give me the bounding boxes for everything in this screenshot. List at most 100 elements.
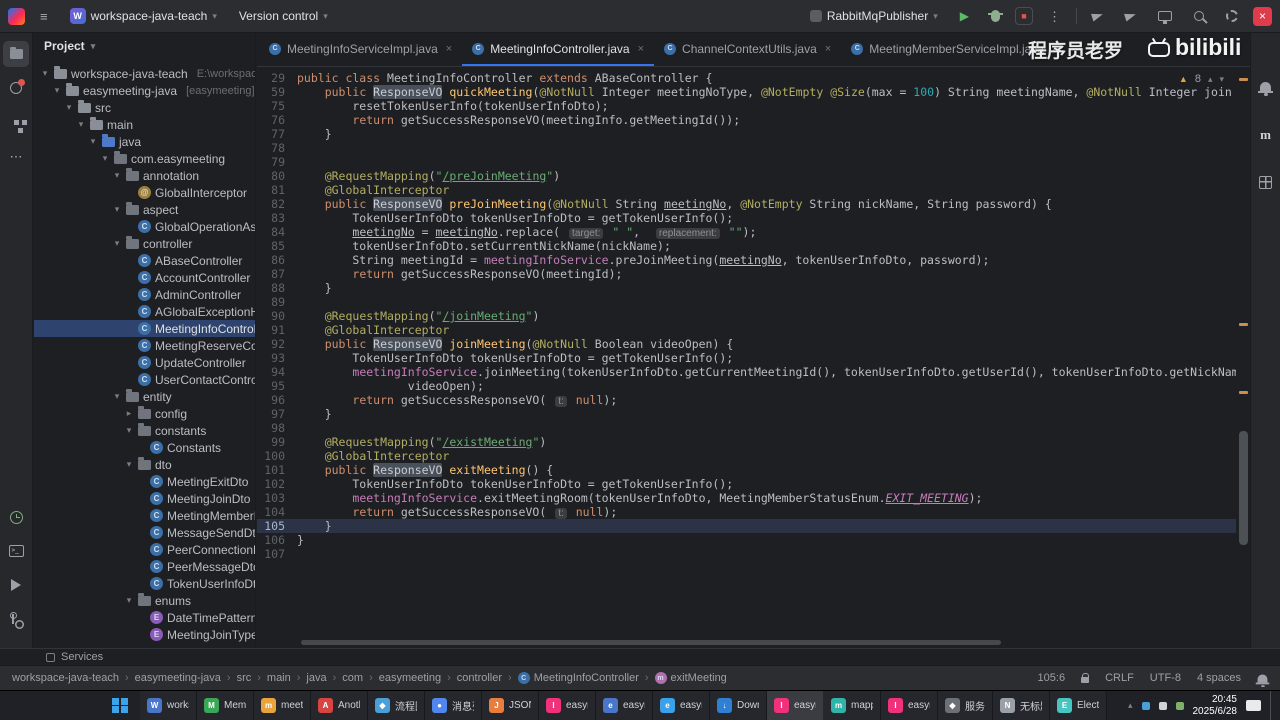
services-bar[interactable]: Services [0,648,1280,665]
taskbar-app[interactable]: A Anoth [311,691,368,720]
tree-item[interactable]: ▾ com.easymeeting [34,150,255,167]
breadcrumb-item[interactable]: main [267,672,291,684]
line-number[interactable]: 98 [257,421,297,435]
code-line[interactable]: 105 } [257,519,1236,533]
line-number[interactable]: 76 [257,113,297,127]
run-tool-button[interactable] [3,572,29,598]
code-line[interactable]: 86 String meetingId = meetingInfoService… [257,253,1236,267]
settings-button[interactable] [1219,7,1245,25]
lock-icon[interactable] [1081,673,1090,683]
taskbar-app[interactable]: ↓ Down [710,691,767,720]
close-window-button[interactable]: × [1253,6,1272,26]
line-number[interactable]: 85 [257,239,297,253]
caret-position[interactable]: 105:6 [1038,672,1066,684]
warning-mark[interactable] [1239,323,1248,327]
code-line[interactable]: 83 TokenUserInfoDto tokenUserInfoDto = g… [257,211,1236,225]
tree-item[interactable]: C MeetingMemberD [34,507,255,524]
chevron-down-icon[interactable]: ▾ [124,459,134,470]
tray-icon[interactable] [1158,701,1167,710]
project-tree[interactable]: ▾ workspace-java-teach E:\workspace-java-t… [34,59,255,648]
profiler-tool-button[interactable] [3,504,29,530]
line-number[interactable]: 86 [257,253,297,267]
taskbar-app[interactable]: mmeeti [254,691,311,720]
line-number[interactable]: 101 [257,463,297,477]
code-line[interactable]: 104 return getSuccessResponseVO( t: null… [257,505,1236,519]
run-button[interactable]: ▶ [953,6,976,26]
close-icon[interactable]: × [638,43,644,55]
editor-tab[interactable]: C ChannelContextUtils.java × [654,33,841,66]
tree-item[interactable]: C GlobalOperationAspe [34,218,255,235]
code-line[interactable]: 85 tokenUserInfoDto.setCurrentNickName(n… [257,239,1236,253]
code-line[interactable]: 98 [257,421,1236,435]
line-number[interactable]: 88 [257,281,297,295]
warning-mark[interactable] [1239,391,1248,395]
terminal-tool-button[interactable]: >_ [3,538,29,564]
tree-item[interactable]: C TokenUserInfoDto [34,575,255,592]
taskbar-app[interactable]: mmapp [824,691,881,720]
line-number[interactable]: 80 [257,169,297,183]
breadcrumb-item[interactable]: controller [457,672,502,684]
taskbar-app[interactable]: ◆ 服务 [938,691,993,720]
start-button[interactable] [100,691,140,720]
vertical-scrollbar-thumb[interactable] [1239,431,1248,545]
tree-item[interactable]: C UserContactControlle [34,371,255,388]
code-line[interactable]: 92 public ResponseVO joinMeeting(@NotNul… [257,337,1236,351]
tree-item[interactable]: ▾ annotation [34,167,255,184]
tree-item[interactable]: C PeerMessageDto [34,558,255,575]
tree-item[interactable]: C MeetingReserveCont [34,337,255,354]
chevron-down-icon[interactable]: ▾ [112,204,122,215]
taskbar-app[interactable]: Ieasym [539,691,596,720]
tree-item[interactable]: C AccountController [34,269,255,286]
horizontal-scrollbar[interactable] [301,640,1001,645]
tree-item[interactable]: ▾ dto [34,456,255,473]
tree-item[interactable]: ▾ easymeeting-java [easymeeting] [34,82,255,99]
code-line[interactable]: 106} [257,533,1236,547]
tree-item[interactable]: ▾ constants [34,422,255,439]
screen-share-button[interactable] [1151,8,1179,24]
taskbar-app[interactable]: eeasym [653,691,710,720]
tree-item[interactable]: C AGlobalExceptionHan [34,303,255,320]
line-number[interactable]: 106 [257,533,297,547]
vcs-widget[interactable]: Version control ▾ [232,6,335,26]
database-tool-button[interactable] [1253,169,1279,195]
line-number[interactable]: 105 [257,519,297,533]
code-line[interactable]: 77 } [257,127,1236,141]
taskbar-app[interactable]: M Memt [197,691,254,720]
line-number[interactable]: 96 [257,393,297,407]
code-line[interactable]: 89 [257,295,1236,309]
line-number[interactable]: 77 [257,127,297,141]
chevron-down-icon[interactable]: ▾ [40,68,50,79]
chevron-down-icon[interactable]: ▾ [100,153,110,164]
taskbar-app[interactable]: E Electr [1050,691,1107,720]
code-line[interactable]: 59 public ResponseVO quickMeeting(@NotNu… [257,85,1236,99]
tree-item[interactable]: C UpdateController [34,354,255,371]
taskbar-app[interactable]: Ieasym [767,691,824,720]
breadcrumb-item[interactable]: java [306,672,326,684]
tree-item[interactable]: ▾ java [34,133,255,150]
line-number[interactable]: 82 [257,197,297,211]
line-number[interactable]: 90 [257,309,297,323]
editor-tab[interactable]: C MeetingInfoServiceImpl.java × [259,33,462,66]
code-line[interactable]: 100 @GlobalInterceptor [257,449,1236,463]
taskbar-app[interactable]: N 无标题 [993,691,1050,720]
share-button[interactable] [1085,9,1110,23]
taskbar-app[interactable]: ● 消息列 [425,691,482,720]
project-panel-header[interactable]: Project ▾ [34,33,255,59]
line-number[interactable]: 87 [257,267,297,281]
line-number[interactable]: 91 [257,323,297,337]
chevron-down-icon[interactable]: ▾ [76,119,86,130]
more-tool-windows-button[interactable]: ⋯ [3,143,29,169]
chevron-down-icon[interactable]: ▾ [124,595,134,606]
main-menu-button[interactable]: ≡ [33,7,55,26]
breadcrumb-item[interactable]: easymeeting-java [135,672,221,684]
code-line[interactable]: 103 meetingInfoService.exitMeetingRoom(t… [257,491,1236,505]
code-line[interactable]: 102 TokenUserInfoDto tokenUserInfoDto = … [257,477,1236,491]
tree-item[interactable]: ▾ enums [34,592,255,609]
line-number[interactable]: 99 [257,435,297,449]
code-with-me-button[interactable] [1118,9,1143,23]
editor-tab[interactable]: C MeetingMemberServiceImpl.java × [841,33,1068,66]
structure-tool-button[interactable] [3,109,29,135]
maven-tool-button[interactable]: m [1253,121,1279,147]
close-icon[interactable]: × [825,43,831,55]
tree-item[interactable]: C MeetingJoinDto [34,490,255,507]
